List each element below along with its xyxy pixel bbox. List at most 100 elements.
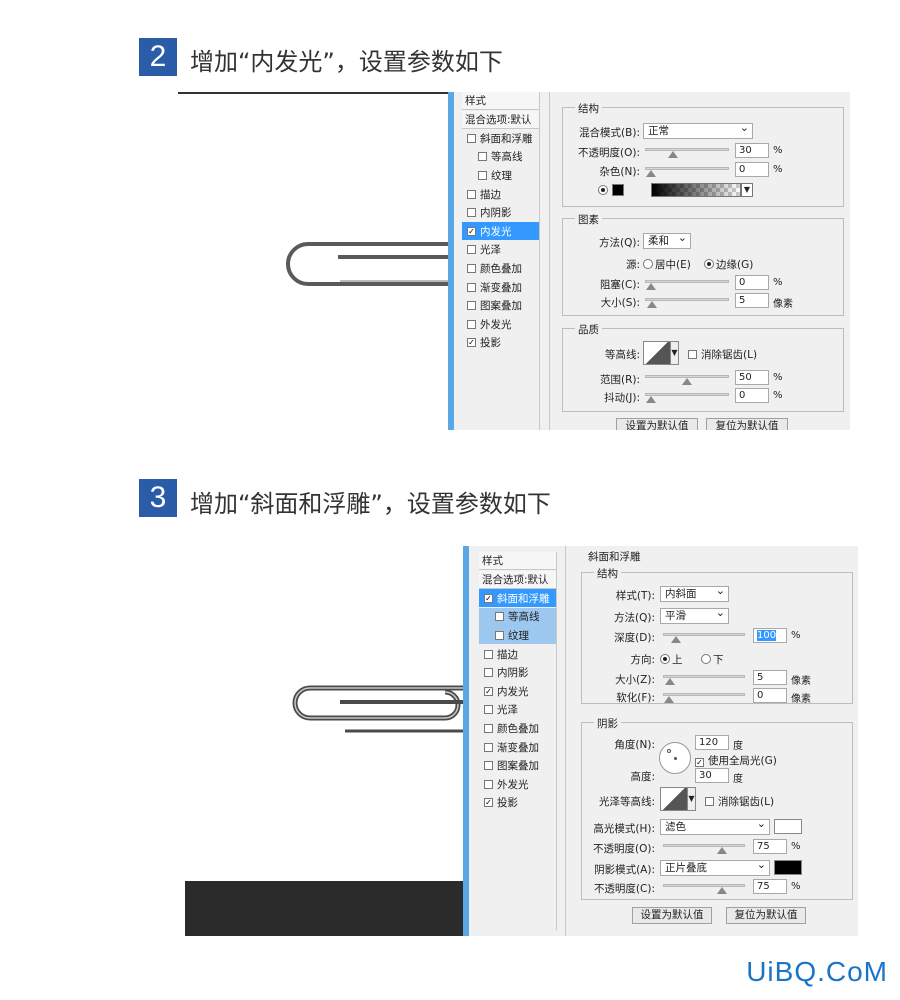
sidebar-checkbox[interactable] [478, 152, 487, 162]
choke-slider[interactable] [645, 280, 729, 290]
sidebar-item[interactable]: 纹理 [462, 166, 539, 184]
contour-dropdown-icon[interactable]: ▼ [670, 341, 679, 365]
blend-mode-select[interactable]: 正常 [643, 121, 753, 139]
sidebar-item[interactable]: ✓ 内发光 [462, 222, 539, 241]
source-edge-radio[interactable] [704, 259, 714, 269]
jitter-slider[interactable] [645, 393, 729, 403]
sidebar-item[interactable]: 等高线 [479, 607, 556, 626]
glow-color-swatch[interactable] [612, 184, 624, 196]
sidebar-item[interactable]: 渐变叠加 [462, 278, 539, 296]
sidebar-checkbox[interactable]: ✓ [484, 798, 493, 808]
sidebar-item[interactable]: 等高线 [462, 148, 539, 166]
shadow-opacity-slider-thumb[interactable] [716, 887, 727, 894]
size-slider-thumb[interactable] [647, 301, 658, 308]
highlight-color-swatch[interactable] [774, 819, 802, 834]
sidebar-item[interactable]: 外发光 [462, 315, 539, 333]
sidebar-item[interactable]: ✓ 投影 [462, 334, 539, 352]
sidebar-checkbox[interactable] [467, 133, 476, 143]
angle-dial[interactable] [659, 742, 691, 774]
size-slider[interactable] [663, 675, 745, 685]
direction-up-option[interactable]: 上 [660, 652, 683, 667]
shadow-mode-select[interactable]: 正片叠底 [660, 858, 770, 876]
size-slider[interactable] [645, 298, 729, 308]
sidebar-checkbox[interactable] [484, 668, 493, 678]
range-slider[interactable] [645, 375, 729, 385]
bevel-style-select[interactable]: 内斜面 [660, 584, 729, 602]
shadow-opacity-input[interactable]: 75 [753, 879, 787, 894]
highlight-opacity-slider-thumb[interactable] [716, 847, 727, 854]
sidebar-checkbox[interactable] [484, 761, 493, 771]
sidebar-checkbox[interactable] [467, 263, 476, 273]
size-input[interactable]: 5 [753, 670, 787, 685]
depth-slider[interactable] [663, 633, 745, 643]
highlight-mode-select[interactable]: 滤色 [660, 817, 770, 835]
technique-select[interactable]: 柔和 [643, 231, 691, 249]
antialias-option[interactable]: 消除锯齿(L) [688, 347, 757, 362]
gradient-picker[interactable] [651, 183, 741, 197]
reset-default-button[interactable]: 复位为默认值 [706, 418, 788, 430]
sidebar-item[interactable]: 外发光 [479, 775, 556, 793]
sidebar-checkbox[interactable] [467, 319, 476, 329]
gloss-contour-picker[interactable] [660, 787, 688, 811]
highlight-opacity-input[interactable]: 75 [753, 839, 787, 854]
range-slider-thumb[interactable] [682, 378, 692, 385]
sidebar-item[interactable]: 内阴影 [462, 204, 539, 222]
sidebar-item[interactable]: 颜色叠加 [462, 259, 539, 277]
size-slider-thumb[interactable] [665, 678, 676, 685]
sidebar-item[interactable]: 内阴影 [479, 664, 556, 682]
soften-input[interactable]: 0 [753, 688, 787, 703]
range-input[interactable]: 50 [735, 370, 769, 385]
sidebar-checkbox[interactable] [467, 301, 476, 311]
global-light-option[interactable]: ✓ 使用全局光(G) [695, 753, 777, 768]
soften-slider-thumb[interactable] [664, 696, 674, 703]
sidebar-checkbox[interactable]: ✓ [467, 338, 476, 348]
sidebar-checkbox[interactable] [467, 282, 476, 292]
direction-down-option[interactable]: 下 [701, 652, 724, 667]
sidebar-checkbox[interactable] [484, 705, 493, 715]
global-light-checkbox[interactable]: ✓ [695, 758, 704, 767]
opacity-input[interactable]: 30 [735, 143, 769, 158]
sidebar-checkbox[interactable] [484, 779, 493, 789]
contour-picker[interactable] [643, 341, 671, 365]
sidebar-item[interactable]: 混合选项:默认 [462, 110, 539, 129]
sidebar-item[interactable]: ✓ 投影 [479, 794, 556, 812]
sidebar-item[interactable]: 光泽 [479, 701, 556, 719]
set-default-button[interactable]: 设置为默认值 [616, 418, 698, 430]
set-default-button[interactable]: 设置为默认值 [632, 907, 712, 924]
choke-input[interactable]: 0 [735, 275, 769, 290]
sidebar-item[interactable]: 光泽 [462, 241, 539, 259]
size-input[interactable]: 5 [735, 293, 769, 308]
sidebar-checkbox[interactable] [467, 189, 476, 199]
sidebar-item[interactable]: 混合选项:默认 [479, 570, 556, 589]
jitter-input[interactable]: 0 [735, 388, 769, 403]
angle-input[interactable]: 120 [695, 735, 729, 750]
sidebar-item[interactable]: 描边 [462, 185, 539, 203]
sidebar-item[interactable]: 样式 [479, 552, 556, 570]
noise-input[interactable]: 0 [735, 162, 769, 177]
altitude-input[interactable]: 30 [695, 768, 729, 783]
shadow-opacity-slider[interactable] [663, 884, 745, 894]
highlight-opacity-slider[interactable] [663, 844, 745, 854]
direction-down-radio[interactable] [701, 654, 711, 664]
sidebar-checkbox[interactable]: ✓ [484, 593, 493, 603]
sidebar-item[interactable]: ✓ 斜面和浮雕 [479, 589, 556, 608]
noise-slider[interactable] [645, 167, 729, 177]
antialias-option[interactable]: 消除锯齿(L) [705, 794, 774, 809]
shadow-color-swatch[interactable] [774, 860, 802, 875]
opacity-slider[interactable] [645, 148, 729, 158]
depth-slider-thumb[interactable] [671, 636, 681, 643]
jitter-slider-thumb[interactable] [646, 396, 656, 403]
antialias-checkbox[interactable] [688, 350, 697, 359]
sidebar-item[interactable]: 描边 [479, 645, 556, 663]
noise-slider-thumb[interactable] [646, 170, 656, 177]
sidebar-checkbox[interactable] [478, 170, 487, 180]
depth-input[interactable]: 100 [753, 628, 787, 643]
sidebar-item[interactable]: 图案叠加 [462, 297, 539, 315]
gradient-dropdown-icon[interactable]: ▼ [741, 183, 753, 197]
sidebar-checkbox[interactable] [467, 245, 476, 255]
sidebar-checkbox[interactable] [495, 612, 504, 622]
antialias-checkbox[interactable] [705, 797, 714, 806]
sidebar-item[interactable]: 图案叠加 [479, 757, 556, 775]
sidebar-item[interactable]: 样式 [462, 92, 539, 110]
source-center-radio[interactable] [643, 259, 653, 269]
